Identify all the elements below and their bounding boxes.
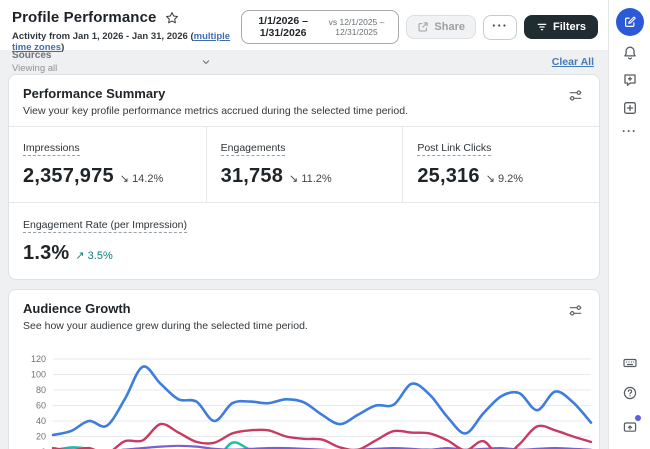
filters-button[interactable]: Filters bbox=[523, 15, 598, 39]
top-bar: Profile Performance Activity from Jan 1,… bbox=[0, 0, 608, 53]
metric-delta: ↗ 3.5% bbox=[75, 250, 113, 262]
date-range-picker[interactable]: 1/1/2026 – 1/31/2026 vs 12/1/2025 – 12/3… bbox=[240, 10, 400, 44]
help-icon bbox=[622, 385, 638, 401]
metric-label[interactable]: Post Link Clicks bbox=[417, 142, 492, 156]
keyboard-shortcuts-button[interactable] bbox=[622, 355, 638, 371]
trend-down-icon: ↘ bbox=[485, 173, 495, 185]
date-compare-value: vs 12/1/2025 – 12/31/2025 bbox=[328, 17, 385, 37]
rail-more-button[interactable]: ··· bbox=[622, 124, 637, 138]
sources-label: Sources bbox=[12, 50, 52, 61]
star-icon[interactable] bbox=[165, 11, 179, 25]
add-new-button[interactable] bbox=[622, 100, 638, 116]
audience-growth-title: Audience Growth bbox=[23, 301, 131, 316]
metric-value: 2,357,975 bbox=[23, 165, 114, 187]
metric-engagement-rate: Engagement Rate (per Impression) 1.3% ↗ … bbox=[9, 202, 599, 279]
compose-icon bbox=[623, 15, 637, 29]
svg-text:80: 80 bbox=[36, 385, 46, 395]
notifications-button[interactable] bbox=[622, 45, 638, 61]
whats-new-button[interactable] bbox=[622, 415, 641, 435]
metric-value: 31,758 bbox=[220, 165, 284, 187]
card-settings-sliders-icon[interactable] bbox=[566, 301, 585, 320]
metric-post-link-clicks: Post Link Clicks 25,316 ↘ 9.2% bbox=[402, 127, 599, 202]
metric-label[interactable]: Engagement Rate (per Impression) bbox=[23, 219, 187, 233]
export-icon bbox=[417, 21, 429, 33]
card-settings-sliders-icon[interactable] bbox=[566, 86, 585, 105]
trend-down-icon: ↘ bbox=[289, 173, 299, 185]
messages-button[interactable] bbox=[622, 72, 638, 88]
plus-square-icon bbox=[622, 100, 638, 116]
line-chart-svg: 120100806040200-20 bbox=[31, 354, 593, 449]
audience-growth-header: Audience Growth See how your audience gr… bbox=[23, 301, 308, 332]
svg-text:20: 20 bbox=[36, 432, 46, 442]
svg-text:40: 40 bbox=[36, 416, 46, 426]
chevron-down-icon bbox=[200, 56, 212, 68]
trend-up-icon: ↗ bbox=[75, 250, 85, 262]
svg-text:100: 100 bbox=[31, 370, 46, 380]
main-content: Profile Performance Activity from Jan 1,… bbox=[0, 0, 608, 449]
sources-bar: Sources Viewing all Clear All bbox=[0, 50, 608, 74]
metric-label[interactable]: Engagements bbox=[220, 142, 286, 156]
metric-delta: ↘ 11.2% bbox=[289, 173, 332, 185]
title-block: Profile Performance Activity from Jan 1,… bbox=[12, 9, 241, 53]
metric-delta: ↘ 14.2% bbox=[119, 173, 164, 185]
metric-delta: ↘ 9.2% bbox=[485, 173, 524, 185]
metric-value: 1.3% bbox=[23, 242, 70, 264]
keyboard-icon bbox=[622, 355, 638, 371]
metric-label[interactable]: Impressions bbox=[23, 142, 80, 156]
audience-growth-card: Audience Growth See how your audience gr… bbox=[8, 289, 600, 449]
cards-area: Performance Summary View your key profil… bbox=[0, 74, 608, 449]
compose-button[interactable] bbox=[615, 8, 644, 36]
svg-text:120: 120 bbox=[31, 354, 46, 364]
audience-growth-description: See how your audience grew during the se… bbox=[23, 320, 308, 332]
metrics-row: Impressions 2,357,975 ↘ 14.2% Engagement… bbox=[9, 126, 599, 202]
filter-icon bbox=[536, 21, 548, 33]
audience-growth-chart: 120100806040200-20 bbox=[9, 341, 599, 449]
metric-engagements: Engagements 31,758 ↘ 11.2% bbox=[205, 127, 403, 202]
page-title: Profile Performance bbox=[12, 9, 157, 26]
performance-summary-title: Performance Summary bbox=[23, 86, 166, 101]
sources-dropdown[interactable]: Sources Viewing all bbox=[12, 50, 212, 74]
comment-plus-icon bbox=[622, 72, 638, 88]
header-more-button[interactable]: ··· bbox=[482, 14, 517, 40]
share-label: Share bbox=[434, 21, 465, 33]
trend-down-icon: ↘ bbox=[119, 173, 129, 185]
bell-icon bbox=[622, 45, 638, 61]
svg-text:60: 60 bbox=[36, 401, 46, 411]
series-blue-line bbox=[51, 365, 593, 437]
rewards-icon bbox=[622, 419, 638, 435]
performance-summary-header: Performance Summary View your key profil… bbox=[23, 86, 408, 117]
profile-performance-page: Profile Performance Activity from Jan 1,… bbox=[0, 0, 650, 449]
performance-summary-description: View your key profile performance metric… bbox=[23, 105, 408, 117]
header-controls: 1/1/2026 – 1/31/2026 vs 12/1/2025 – 12/3… bbox=[240, 10, 598, 44]
clear-all-link[interactable]: Clear All bbox=[552, 56, 594, 68]
performance-summary-card: Performance Summary View your key profil… bbox=[8, 74, 600, 280]
right-rail: ··· bbox=[608, 0, 650, 449]
share-button[interactable]: Share bbox=[406, 15, 476, 39]
metric-impressions: Impressions 2,357,975 ↘ 14.2% bbox=[9, 127, 206, 202]
help-button[interactable] bbox=[622, 385, 638, 401]
date-range-value: 1/1/2026 – 1/31/2026 bbox=[258, 15, 308, 39]
metric-value: 25,316 bbox=[417, 165, 480, 187]
sources-viewing-value: Viewing all bbox=[12, 63, 58, 74]
filters-label: Filters bbox=[552, 21, 586, 33]
notification-dot bbox=[634, 415, 641, 421]
